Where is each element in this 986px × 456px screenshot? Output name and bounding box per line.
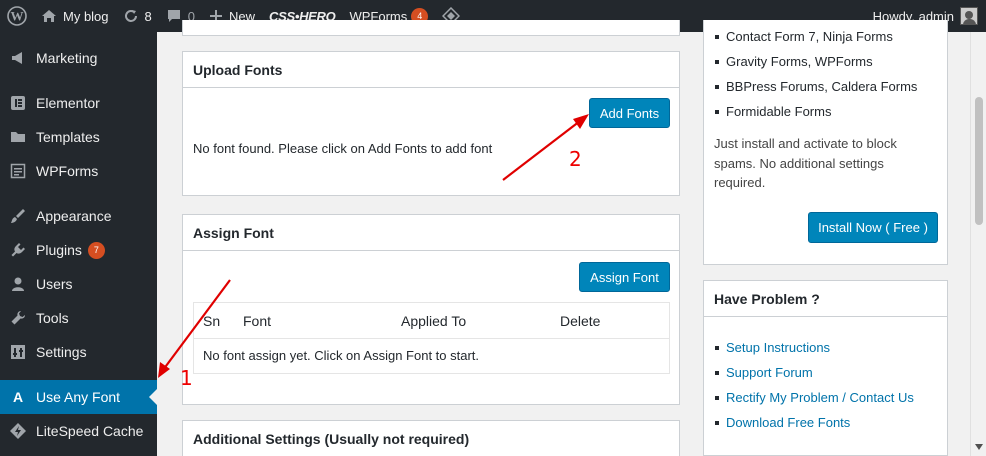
arrow-1 [158, 279, 231, 378]
annotation-step-1: 1 [180, 366, 193, 390]
annotation-arrows [158, 114, 589, 378]
annotation-step-2: 2 [569, 147, 582, 171]
